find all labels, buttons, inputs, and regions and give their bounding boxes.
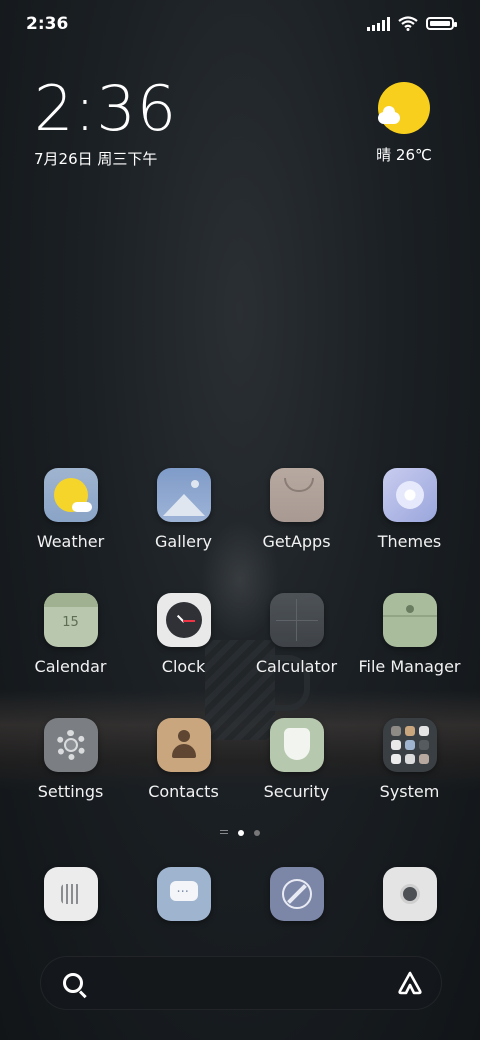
search-icon [63, 973, 83, 993]
security-icon [269, 718, 324, 772]
getapps-icon [269, 468, 324, 522]
browser-icon [269, 867, 324, 921]
weather-text: 晴 26℃ [376, 146, 432, 164]
dock-camera[interactable] [353, 867, 466, 921]
app-security[interactable]: Security [240, 718, 353, 843]
app-label: Calendar [34, 657, 107, 676]
app-themes[interactable]: Themes [353, 468, 466, 593]
app-label: Clock [161, 657, 206, 676]
app-label: GetApps [262, 532, 331, 551]
app-row: 15 Calendar Clock Calculator File Manage… [14, 593, 466, 718]
gallery-icon [156, 468, 211, 522]
app-label: Gallery [155, 532, 212, 551]
status-icons [367, 16, 457, 31]
weather-icon [43, 468, 98, 522]
clock-icon [156, 593, 211, 647]
app-clock[interactable]: Clock [127, 593, 240, 718]
themes-icon [382, 468, 437, 522]
app-label: Security [263, 782, 330, 801]
app-label: Calculator [255, 657, 338, 676]
widget-time: 2:36 [34, 72, 178, 145]
app-row: Weather Gallery GetApps Themes [14, 468, 466, 593]
app-system-folder[interactable]: System [353, 718, 466, 843]
app-grid: Weather Gallery GetApps Themes 15 Calend… [14, 468, 466, 843]
phone-icon [43, 867, 98, 921]
assistant-icon[interactable] [397, 971, 423, 995]
app-calculator[interactable]: Calculator [240, 593, 353, 718]
camera-icon [382, 867, 437, 921]
search-bar[interactable] [40, 956, 442, 1010]
app-label: File Manager [358, 657, 461, 676]
dock-browser[interactable] [240, 867, 353, 921]
app-file-manager[interactable]: File Manager [353, 593, 466, 718]
widget-date: 7月26日 周三下午 [34, 150, 158, 168]
contacts-icon [156, 718, 211, 772]
messaging-icon [156, 867, 211, 921]
sunny-cloud-icon [378, 82, 430, 134]
minus-one-screen-indicator [220, 830, 228, 836]
app-settings[interactable]: Settings [14, 718, 127, 843]
file-manager-icon [382, 593, 437, 647]
app-label: Themes [377, 532, 442, 551]
app-row: Settings Contacts Security System [14, 718, 466, 843]
app-getapps[interactable]: GetApps [240, 468, 353, 593]
app-label: Contacts [148, 782, 219, 801]
page-indicator[interactable] [0, 830, 480, 836]
status-bar: 2:36 [0, 0, 480, 52]
status-time: 2:36 [26, 14, 69, 34]
app-label: System [379, 782, 440, 801]
weather-widget[interactable]: 晴 26℃ [364, 82, 444, 165]
settings-icon [43, 718, 98, 772]
calendar-day: 15 [62, 615, 79, 630]
app-label: Weather [36, 532, 105, 551]
calculator-icon [269, 593, 324, 647]
app-contacts[interactable]: Contacts [127, 718, 240, 843]
system-folder-icon [382, 718, 437, 772]
dock-phone[interactable] [14, 867, 127, 921]
page-dot [254, 830, 260, 836]
page-dot-active [238, 830, 244, 836]
calendar-icon: 15 [43, 593, 98, 647]
signal-icon [367, 16, 390, 31]
battery-icon [426, 17, 457, 30]
dock-messaging[interactable] [127, 867, 240, 921]
app-calendar[interactable]: 15 Calendar [14, 593, 127, 718]
clock-widget[interactable]: 2:36 7月26日 周三下午 [34, 78, 177, 169]
app-label: Settings [37, 782, 104, 801]
dock [14, 867, 466, 921]
wifi-icon [398, 16, 418, 31]
app-gallery[interactable]: Gallery [127, 468, 240, 593]
app-weather[interactable]: Weather [14, 468, 127, 593]
